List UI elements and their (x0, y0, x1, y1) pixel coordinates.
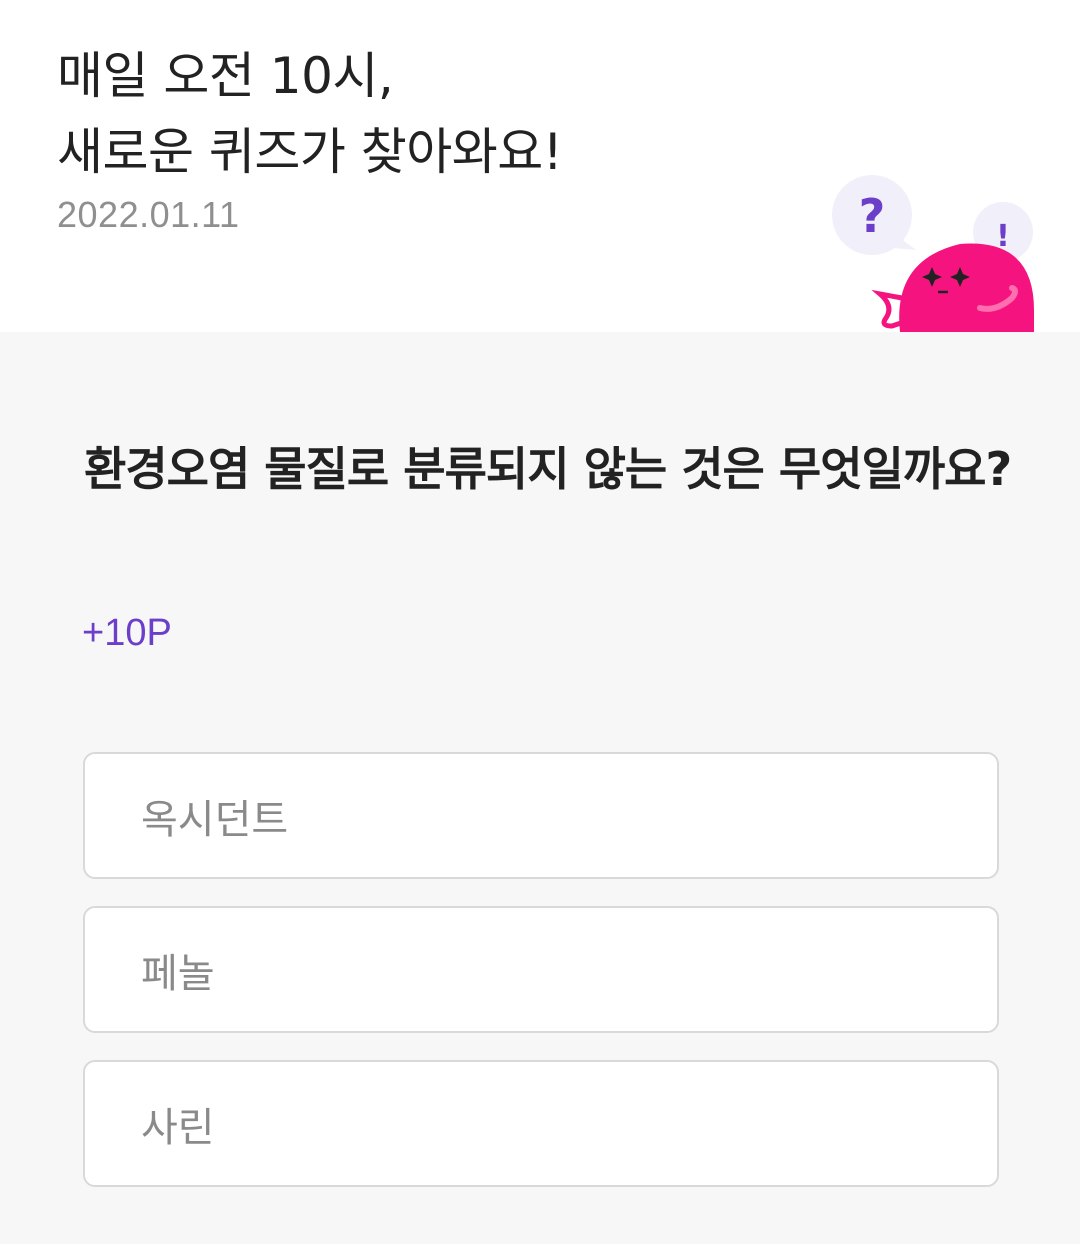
bubble-question-mark: ? (859, 189, 886, 243)
headline-line-2: 새로운 퀴즈가 찾아와요! (57, 123, 563, 181)
reward-points: +10P (82, 612, 172, 654)
page-title: 매일 오전 10시, 새로운 퀴즈가 찾아와요! (57, 38, 563, 190)
answer-options: 옥시던트 페놀 사린 (83, 752, 999, 1214)
quiz-content: 환경오염 물질로 분류되지 않는 것은 무엇일까요? +10P 옥시던트 페놀 … (0, 332, 1080, 1244)
quiz-question: 환경오염 물질로 분류되지 않는 것은 무엇일까요? (84, 442, 1012, 496)
headline-line-1: 매일 오전 10시, (57, 47, 394, 105)
mascot-illustration: ? ! (832, 175, 1034, 332)
quiz-page: 매일 오전 10시, 새로운 퀴즈가 찾아와요! 2022.01.11 ? ! (0, 0, 1080, 1244)
answer-option-label: 옥시던트 (141, 796, 289, 843)
answer-option-label: 페놀 (141, 950, 215, 997)
quiz-header: 매일 오전 10시, 새로운 퀴즈가 찾아와요! 2022.01.11 ? ! (0, 0, 1080, 332)
quiz-date: 2022.01.11 (57, 194, 240, 235)
question-bubble-icon: ? (832, 175, 916, 255)
answer-option-2[interactable]: 페놀 (83, 906, 999, 1033)
answer-option-1[interactable]: 옥시던트 (83, 752, 999, 879)
pink-character-icon (871, 243, 1034, 332)
answer-option-3[interactable]: 사린 (83, 1060, 999, 1187)
answer-option-label: 사린 (141, 1104, 215, 1151)
